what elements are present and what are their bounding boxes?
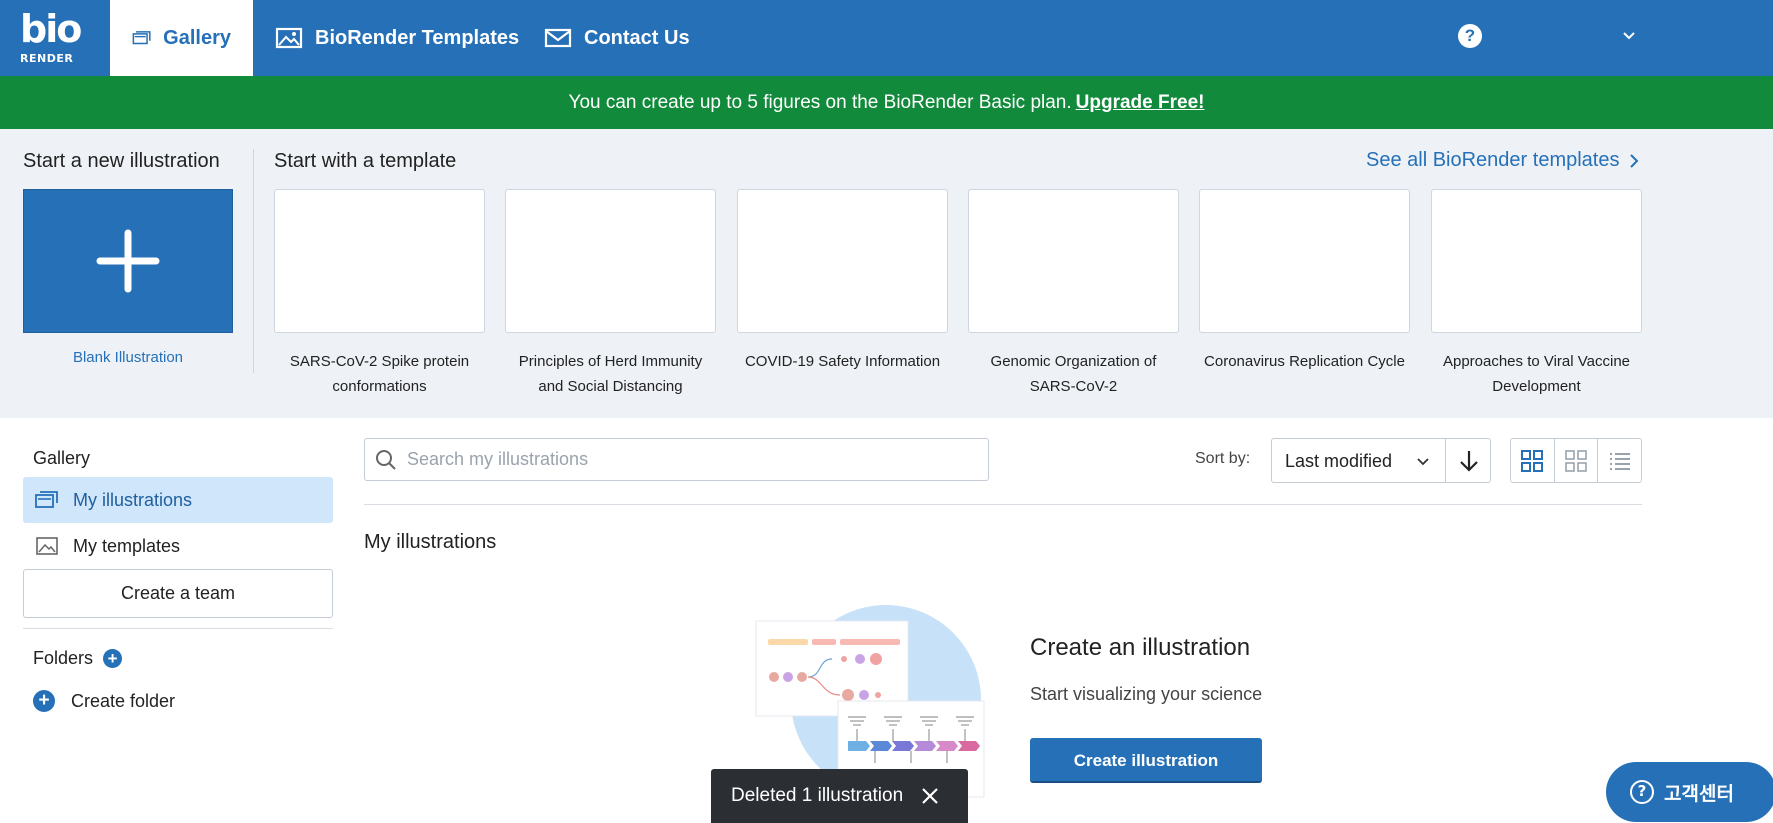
large-grid-icon	[1521, 449, 1544, 472]
create-folder-label: Create folder	[71, 690, 176, 711]
search-input[interactable]	[407, 449, 967, 470]
sidebar-heading: Gallery	[33, 448, 91, 468]
toast-message: Deleted 1 illustration	[731, 785, 904, 806]
folders-heading: Folders +	[33, 648, 123, 669]
sidebar-item-my-illustrations[interactable]: My illustrations	[23, 477, 333, 523]
folders-label: Folders	[33, 648, 94, 668]
upgrade-banner: You can create up to 5 figures on the Bi…	[0, 76, 1773, 129]
template-card-2[interactable]	[505, 189, 716, 333]
customer-center-button[interactable]: ? 고객센터	[1606, 762, 1773, 822]
image-icon	[275, 27, 303, 49]
list-view-button[interactable]	[1598, 439, 1641, 482]
template-title-3[interactable]: COVID-19 Safety Information	[737, 349, 948, 374]
customer-center-label: 고객센터	[1664, 782, 1734, 805]
top-nav: bio RENDER Gallery BioRender Templates C…	[0, 0, 1773, 76]
tab-contact-us[interactable]: Contact Us	[522, 0, 712, 76]
new-illustration-heading: Start a new illustration	[23, 150, 220, 172]
tab-gallery-label: Gallery	[163, 26, 231, 49]
search-icon	[376, 449, 396, 470]
empty-state-subtitle: Start visualizing your science	[1030, 684, 1263, 704]
add-folder-icon[interactable]: +	[103, 649, 123, 668]
create-folder-button[interactable]: + Create folder	[33, 690, 175, 712]
gallery-icon	[132, 31, 151, 45]
upgrade-link[interactable]: Upgrade Free!	[1076, 92, 1205, 114]
my-illustrations-heading: My illustrations	[364, 531, 497, 553]
banner-text: You can create up to 5 figures on the Bi…	[568, 91, 1072, 113]
blank-illustration-card[interactable]	[23, 189, 233, 333]
help-icon[interactable]: ?	[1458, 24, 1482, 48]
plus-circle-icon: +	[33, 690, 55, 712]
image-icon	[36, 537, 58, 555]
sort-direction-arrow-icon[interactable]	[1458, 449, 1480, 473]
create-team-button[interactable]: Create a team	[23, 569, 333, 618]
view-mode-toggle	[1510, 438, 1642, 483]
sort-value: Last modified	[1285, 451, 1393, 471]
large-grid-view-button[interactable]	[1511, 439, 1555, 482]
biorender-logo[interactable]: bio RENDER	[20, 10, 82, 66]
create-illustration-button[interactable]: Create illustration	[1030, 738, 1262, 783]
small-grid-icon	[1565, 449, 1587, 472]
small-grid-view-button[interactable]	[1555, 439, 1599, 482]
logo-text-bio: bio	[20, 7, 82, 51]
template-card-5[interactable]	[1199, 189, 1410, 333]
templates-strip: Start a new illustration Blank Illustrat…	[0, 129, 1773, 418]
sidebar-divider	[23, 628, 333, 629]
sidebar-item-label: My templates	[73, 535, 181, 556]
template-heading: Start with a template	[274, 150, 457, 172]
tab-templates-label: BioRender Templates	[315, 26, 520, 49]
chevron-down-icon	[1417, 458, 1429, 466]
sort-select[interactable]: Last modified	[1271, 438, 1491, 483]
template-card-6[interactable]	[1431, 189, 1642, 333]
plus-icon	[96, 229, 160, 293]
tab-contact-label: Contact Us	[584, 26, 690, 49]
list-icon	[1609, 452, 1630, 470]
template-title-2[interactable]: Principles of Herd Immunity and Social D…	[505, 349, 716, 399]
close-icon[interactable]	[921, 787, 939, 805]
template-card-1[interactable]	[274, 189, 485, 333]
sidebar-item-my-templates[interactable]: My templates	[23, 523, 333, 569]
search-box[interactable]	[364, 438, 989, 481]
chevron-right-icon	[1630, 153, 1639, 168]
template-title-5[interactable]: Coronavirus Replication Cycle	[1199, 349, 1410, 374]
sort-divider	[1445, 439, 1446, 482]
sidebar-item-label: My illustrations	[73, 489, 193, 510]
logo-text-render: RENDER	[20, 52, 74, 65]
see-all-templates-link[interactable]: See all BioRender templates	[1366, 149, 1639, 172]
see-all-label: See all BioRender templates	[1366, 149, 1620, 171]
template-title-1[interactable]: SARS-CoV-2 Spike protein conformations	[274, 349, 485, 399]
blank-illustration-label[interactable]: Blank Illustration	[23, 349, 233, 366]
template-title-6[interactable]: Approaches to Viral Vaccine Development	[1431, 349, 1642, 399]
template-title-4[interactable]: Genomic Organization of SARS-CoV-2	[968, 349, 1179, 399]
mail-icon	[544, 28, 572, 48]
question-circle-icon: ?	[1630, 780, 1654, 804]
empty-state-title: Create an illustration	[1030, 634, 1251, 661]
template-card-4[interactable]	[968, 189, 1179, 333]
gallery-icon	[35, 491, 58, 508]
tab-biorender-templates[interactable]: BioRender Templates	[253, 0, 541, 76]
chevron-down-icon[interactable]	[1620, 26, 1638, 44]
sort-label: Sort by:	[1195, 450, 1251, 467]
tab-gallery[interactable]: Gallery	[110, 0, 253, 76]
strip-divider	[253, 149, 254, 373]
template-card-3[interactable]	[737, 189, 948, 333]
toast-notification: Deleted 1 illustration	[711, 769, 968, 823]
main-divider	[364, 504, 1642, 505]
